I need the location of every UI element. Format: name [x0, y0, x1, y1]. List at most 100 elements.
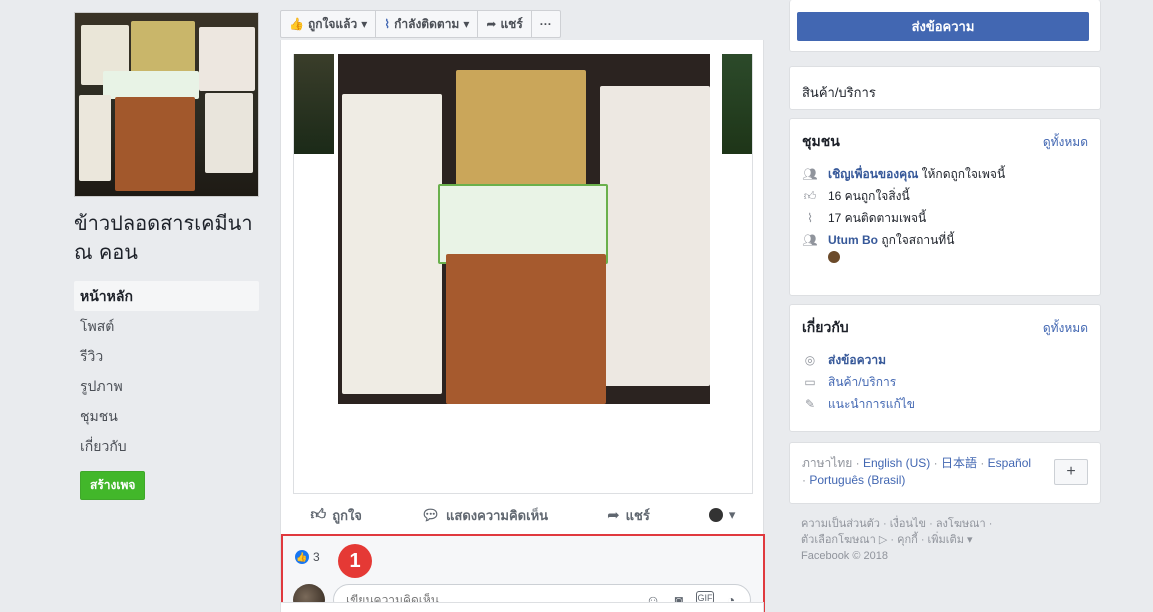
product-label: [438, 184, 608, 264]
people-icon: 👥︎: [802, 233, 818, 247]
nav-item-reviews[interactable]: รีวิว: [74, 341, 259, 371]
following-label: กำลังติดตาม: [394, 17, 460, 31]
share-label: แชร์: [625, 507, 650, 523]
photo-side-left: [294, 54, 334, 154]
like-reaction-icon: 👍: [295, 550, 309, 564]
share-page-button[interactable]: ➦ แชร์: [478, 11, 532, 37]
rice-bag: [446, 254, 606, 404]
language-spanish-link[interactable]: Español: [988, 456, 1031, 470]
next-post-card: [280, 602, 764, 612]
suggest-edit-link[interactable]: แนะนำการแก้ไข: [828, 395, 915, 414]
annotation-badge: 1: [338, 544, 372, 578]
post-card: 👍︎ ถูกใจ 💬︎ แสดงความคิดเห็น ➦ แชร์ ▾ 👍 3…: [280, 40, 765, 612]
liked-label: ถูกใจแล้ว: [307, 17, 358, 31]
about-category[interactable]: สินค้า/บริการ: [828, 373, 896, 392]
avatar[interactable]: [828, 251, 840, 263]
product-package: [342, 94, 442, 394]
page-nav: หน้าหลัก โพสต์ รีวิว รูปภาพ ชุมชน เกี่ยว…: [74, 281, 259, 461]
post-image: [338, 54, 710, 404]
language-english-link[interactable]: English (US): [863, 456, 930, 470]
invite-row: 👥︎ เชิญเพื่อนของคุณ ให้กดถูกใจเพจนี้: [802, 163, 1088, 185]
about-title: เกี่ยวกับ: [802, 319, 849, 335]
share-arrow-icon: ➦: [486, 17, 497, 31]
people-icon: 👥︎: [802, 167, 818, 181]
storefront-icon: ▭: [804, 375, 816, 389]
page-sidebar: ข้าวปลอดสารเคมีนา ณ คอน หน้าหลัก โพสต์ ร…: [74, 12, 259, 500]
suggest-edit-row: ✎ แนะนำการแก้ไข: [802, 393, 1088, 415]
like-label: ถูกใจ: [332, 507, 362, 523]
share-button[interactable]: ➦ แชร์: [607, 505, 650, 526]
community-title: ชุมชน: [802, 133, 840, 149]
rss-icon: ⌇: [807, 211, 813, 225]
share-arrow-icon: ➦: [607, 507, 620, 524]
about-message-row: ◎ ส่งข้อความ: [802, 349, 1088, 371]
reaction-count: 3: [313, 550, 320, 564]
comment-section: 👍 3 1 ☺ ◙ GIF ◔: [281, 534, 765, 612]
reaction-summary[interactable]: 👍 3: [295, 550, 320, 564]
post-column: 👍 ถูกใจแล้ว ▾ ⌇ กำลังติดตาม ▾ ➦ แชร์ ···: [280, 0, 765, 612]
photo-side-right: [722, 54, 752, 154]
product-label: [103, 71, 199, 99]
audience-selector[interactable]: ▾: [708, 507, 736, 523]
thumbs-up-icon: 👍︎: [803, 188, 817, 203]
language-portuguese-link[interactable]: Português (Brasil): [809, 473, 905, 487]
post-photo[interactable]: [293, 54, 753, 494]
more-options-button[interactable]: ···: [532, 11, 560, 37]
liked-button[interactable]: 👍 ถูกใจแล้ว ▾: [281, 11, 377, 37]
add-language-button[interactable]: +: [1054, 459, 1088, 485]
about-card: เกี่ยวกับ ดูทั้งหมด ◎ ส่งข้อความ ▭ สินค้…: [789, 304, 1101, 432]
thumbs-up-icon: 👍: [289, 17, 304, 31]
nav-item-posts[interactable]: โพสต์: [74, 311, 259, 341]
pencil-icon: ✎: [804, 397, 816, 411]
product-package: [199, 27, 255, 91]
messenger-icon: ◎: [804, 353, 816, 367]
footer-line-1[interactable]: ความเป็นส่วนตัว · เงื่อนไข · ลงโฆษณา ·: [801, 516, 1091, 532]
comment-label: แสดงความคิดเห็น: [446, 507, 549, 523]
caret-down-icon: ▾: [361, 17, 368, 31]
product-package: [79, 95, 111, 181]
friend-like-row: 👥︎ Utum Bo ถูกใจสถานที่นี้: [802, 229, 1088, 251]
follows-row: ⌇ 17 คนติดตามเพจนี้: [802, 207, 1088, 229]
speech-bubble-icon: 💬︎: [420, 507, 441, 524]
nav-item-about[interactable]: เกี่ยวกับ: [74, 431, 259, 461]
friend-like-text: ถูกใจสถานที่นี้: [878, 232, 955, 247]
avatar-mini-icon: [708, 508, 723, 522]
nav-item-home[interactable]: หน้าหลัก: [74, 281, 259, 311]
like-button[interactable]: 👍︎ ถูกใจ: [311, 505, 362, 526]
comment-button[interactable]: 💬︎ แสดงความคิดเห็น: [421, 505, 548, 526]
nav-item-community[interactable]: ชุมชน: [74, 401, 259, 431]
footer-copyright: Facebook © 2018: [801, 550, 888, 562]
follows-count[interactable]: 17 คนติดตามเพจนี้: [828, 209, 926, 228]
following-button[interactable]: ⌇ กำลังติดตาม ▾: [376, 11, 479, 37]
about-see-all-link[interactable]: ดูทั้งหมด: [1043, 319, 1088, 338]
nav-item-photos[interactable]: รูปภาพ: [74, 371, 259, 401]
page-profile-photo[interactable]: [74, 12, 259, 197]
about-category-row: ▭ สินค้า/บริการ: [802, 371, 1088, 393]
community-card: ชุมชน ดูทั้งหมด 👥︎ เชิญเพื่อนของคุณ ให้ก…: [789, 118, 1101, 296]
language-japanese-link[interactable]: 日本語: [941, 456, 977, 470]
language-current: ภาษาไทย: [802, 456, 853, 470]
footer-line-2[interactable]: ตัวเลือกโฆษณา ▷ · คุกกี้ · เพิ่มเติม ▾: [801, 532, 1091, 548]
language-list: ภาษาไทย · English (US) · 日本語 · Español ·…: [802, 456, 1032, 487]
invite-friends-link[interactable]: เชิญเพื่อนของคุณ: [828, 167, 918, 181]
rice-bag: [115, 97, 195, 191]
product-package: [205, 93, 253, 173]
share-label: แชร์: [500, 17, 523, 31]
page-action-bar: 👍 ถูกใจแล้ว ▾ ⌇ กำลังติดตาม ▾ ➦ แชร์ ···: [280, 10, 561, 38]
footer-links: ความเป็นส่วนตัว · เงื่อนไข · ลงโฆษณา · ต…: [801, 516, 1091, 564]
community-see-all-link[interactable]: ดูทั้งหมด: [1043, 133, 1088, 152]
about-message-link[interactable]: ส่งข้อความ: [828, 351, 886, 370]
likes-row: 👍︎ 16 คนถูกใจสิ่งนี้: [802, 185, 1088, 207]
page-category[interactable]: สินค้า/บริการ: [802, 85, 876, 100]
post-actions: 👍︎ ถูกใจ 💬︎ แสดงความคิดเห็น ➦ แชร์ ▾: [281, 495, 765, 535]
create-page-button[interactable]: สร้างเพจ: [80, 471, 146, 500]
product-package: [600, 86, 710, 386]
page-title: ข้าวปลอดสารเคมีนา ณ คอน: [74, 211, 253, 264]
friend-name-link[interactable]: Utum Bo: [828, 233, 878, 247]
send-message-button[interactable]: ส่งข้อความ: [797, 12, 1089, 41]
rss-icon: ⌇: [384, 17, 391, 31]
invite-text: ให้กดถูกใจเพจนี้: [918, 166, 1006, 181]
likes-count[interactable]: 16 คนถูกใจสิ่งนี้: [828, 187, 910, 206]
caret-down-icon: ▾: [728, 507, 736, 522]
caret-down-icon: ▾: [463, 17, 470, 31]
